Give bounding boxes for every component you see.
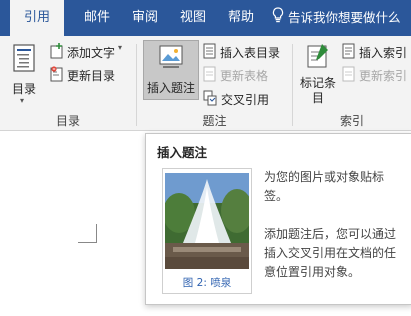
chevron-down-icon: ▾	[118, 43, 123, 52]
tab-view[interactable]: 视图	[170, 0, 216, 36]
insert-caption-icon	[159, 45, 183, 74]
insert-index-label: 插入索引	[359, 46, 408, 60]
cross-reference-label: 交叉引用	[221, 93, 270, 107]
add-text-label: 添加文字	[67, 46, 116, 60]
update-index-label: 更新索引	[359, 69, 408, 83]
tab-review[interactable]: 审阅	[122, 0, 168, 36]
update-index-icon	[342, 66, 356, 85]
cross-reference-icon	[203, 90, 218, 109]
captions-group-label: 题注	[202, 114, 227, 128]
tell-me-text: 告诉我你想要做什么	[288, 10, 401, 25]
insert-caption-label: 插入题注	[146, 81, 195, 95]
tooltip-preview: 图 2: 喷泉	[162, 168, 252, 294]
ribbon-panel: 目录 ▾ 添加文字 ▾ 更新目录 目录 插入题注 插入表目录 更新表格 交叉引用…	[0, 36, 411, 131]
add-text-icon	[50, 43, 64, 62]
update-toc-label: 更新目录	[67, 69, 116, 83]
mark-entry-label: 标记条目	[300, 76, 337, 105]
update-table-icon	[203, 66, 217, 85]
insert-caption-button[interactable]: 插入题注	[143, 40, 199, 100]
update-icon	[50, 66, 64, 85]
tooltip-title: 插入题注	[157, 145, 208, 160]
toc-button-label: 目录	[11, 82, 36, 96]
tab-references[interactable]: 引用	[10, 0, 64, 36]
insert-index-icon	[342, 43, 356, 62]
tell-me-search[interactable]: 告诉我你想要做什么	[272, 0, 401, 36]
index-group-label: 索引	[339, 114, 364, 128]
update-table-label: 更新表格	[220, 69, 269, 83]
table-of-contents-icon	[13, 44, 35, 75]
chevron-down-icon: ▾	[20, 96, 25, 105]
ribbon-tab-bar: 引用 邮件 审阅 视图 帮助 告诉我你想要做什么	[0, 0, 411, 36]
tab-help[interactable]: 帮助	[218, 0, 264, 36]
table-of-figures-icon	[203, 43, 217, 62]
insert-table-of-figures-label: 插入表目录	[220, 46, 281, 60]
lightbulb-icon	[272, 1, 284, 37]
tooltip-description-detail: 添加题注后，您可以通过插入交叉引用在文档的任意位置引用对象。	[264, 227, 397, 279]
mark-entry-button[interactable]: 标记条目	[300, 42, 336, 106]
page-corner-mark	[78, 224, 97, 243]
fountain-image	[165, 173, 249, 269]
tooltip-caption: 图 2: 喷泉	[182, 277, 232, 289]
tab-mailings[interactable]: 邮件	[74, 0, 120, 36]
toc-button[interactable]: 目录 ▾	[4, 42, 44, 106]
tooltip-description: 为您的图片或对象贴标签。	[264, 170, 385, 203]
mark-entry-icon	[306, 43, 330, 72]
insert-caption-tooltip: 插入题注 图 2: 喷泉 为您的图片或对象贴标签。 添加题注后，您可以通过插入交…	[145, 133, 411, 305]
toc-group-label: 目录	[55, 114, 80, 128]
